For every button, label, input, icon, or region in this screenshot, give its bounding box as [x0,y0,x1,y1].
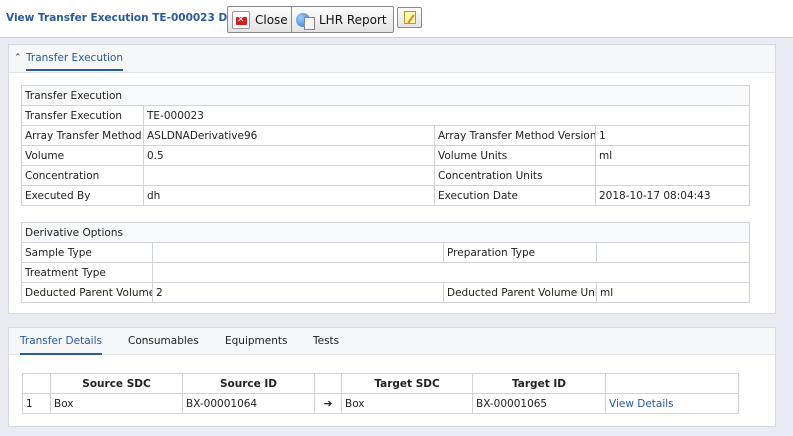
field-value [594,165,751,186]
row-index: 1 [22,393,51,414]
table-row: Treatment Type [21,262,750,283]
field-label: Deducted Parent Volume Unit [443,282,597,303]
column-header-target-id: Target ID [472,373,606,394]
lhr-report-button[interactable]: LHR Report [291,6,394,33]
field-value: ASLDNADerivative96 [143,125,435,146]
table-row: 1 Box BX-00001064 ➔ Box BX-00001065 View… [22,393,739,414]
field-value [152,242,444,263]
field-value [143,165,435,186]
lhr-report-label: LHR Report [319,12,387,27]
report-icon [296,11,315,30]
field-label: Execution Date [434,185,596,206]
transfer-execution-panel-header[interactable]: ⌃ Transfer Execution [9,45,775,73]
right-arrow-icon: ➔ [314,393,342,414]
note-icon [404,11,416,24]
field-label: Array Transfer Method Version [434,125,596,146]
target-sdc-cell: Box [341,393,473,414]
field-value: 0.5 [143,145,435,166]
column-header-source-id: Source ID [182,373,315,394]
table-row: Volume 0.5 Volume Units ml [21,145,751,166]
field-value: 2018-10-17 08:04:43 [594,185,751,206]
field-label: Sample Type [21,242,153,263]
source-sdc-cell: Box [50,393,183,414]
source-id-cell: BX-00001064 [182,393,315,414]
field-label: Concentration [21,165,144,186]
table-header-row: Source SDC Source ID Target SDC Target I… [22,373,739,394]
tab-consumables[interactable]: Consumables [128,335,199,347]
target-id-cell: BX-00001065 [472,393,606,414]
table-row: Deducted Parent Volume 2 Deducted Parent… [21,282,750,303]
field-value [596,242,750,263]
column-header-target-sdc: Target SDC [341,373,473,394]
tab-tests[interactable]: Tests [313,335,339,347]
transfer-execution-panel-title[interactable]: Transfer Execution [26,52,124,71]
field-label: Concentration Units [434,165,596,186]
column-header-source-sdc: Source SDC [50,373,183,394]
close-icon [232,10,250,29]
transfer-execution-section-title: Transfer Execution [20,85,751,106]
field-value: ml [596,282,750,303]
table-row: Array Transfer Method ASLDNADerivative96… [21,125,751,146]
section-header-row: Derivative Options [21,222,750,243]
close-button-label: Close [255,12,288,27]
column-header-arrow [314,373,342,394]
note-button[interactable] [397,7,422,28]
derivative-options-section-title: Derivative Options [21,222,750,243]
transfer-details-panel: Transfer Details Consumables Equipments … [8,327,776,427]
view-details-link[interactable]: View Details [605,393,739,414]
field-label: Deducted Parent Volume [21,282,153,303]
transfer-details-table: Source SDC Source ID Target SDC Target I… [22,373,739,414]
table-row: Sample Type Preparation Type [21,242,750,263]
transfer-execution-panel: ⌃ Transfer Execution Transfer Execution … [8,44,776,314]
column-header-action [605,373,739,394]
toolbar: View Transfer Execution TE-000023 Detail… [0,0,793,38]
transfer-execution-table: Transfer Execution Transfer Execution TE… [20,85,751,206]
field-value: ml [594,145,751,166]
close-button[interactable]: Close [227,6,295,33]
field-label: Preparation Type [443,242,597,263]
field-value: 2 [152,282,444,303]
field-label: Executed By [21,185,144,206]
field-value: dh [143,185,435,206]
field-value [152,262,750,283]
tab-transfer-details[interactable]: Transfer Details [20,335,102,355]
section-header-row: Transfer Execution [20,85,751,106]
field-label: Volume Units [434,145,596,166]
column-header-index [22,373,51,394]
details-tabs: Transfer Details Consumables Equipments … [9,328,775,355]
field-value: 1 [594,125,751,146]
table-row: Concentration Concentration Units [21,165,751,186]
tab-equipments[interactable]: Equipments [225,335,287,347]
page-title: View Transfer Execution TE-000023 Detail… [6,12,260,24]
field-label: Treatment Type [21,262,153,283]
derivative-options-table: Derivative Options Sample Type Preparati… [21,222,750,303]
field-label: Volume [21,145,144,166]
table-row: Transfer Execution TE-000023 [21,105,751,126]
field-value: TE-000023 [142,105,751,126]
field-label: Array Transfer Method [21,125,144,146]
field-label: Transfer Execution [21,105,144,126]
table-row: Executed By dh Execution Date 2018-10-17… [21,185,751,206]
chevron-up-icon[interactable]: ⌃ [14,53,22,63]
